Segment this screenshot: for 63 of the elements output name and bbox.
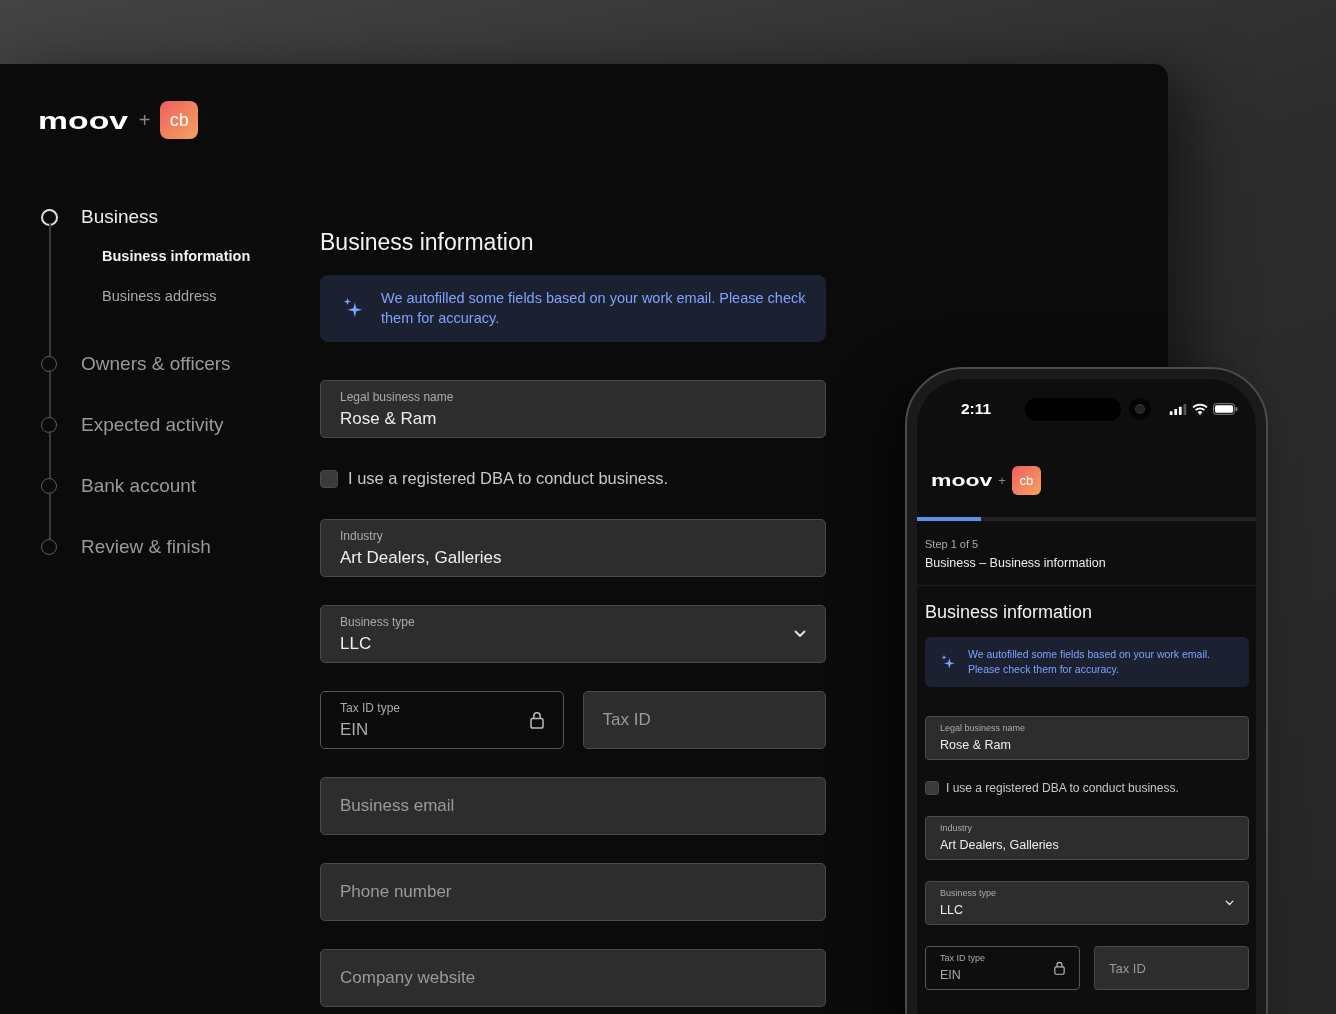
field-label: Industry [340, 528, 384, 544]
brand-logo: moov [931, 472, 993, 489]
checkbox[interactable] [925, 781, 939, 795]
sparkle-icon [342, 297, 364, 319]
input-field[interactable]: Business email [320, 777, 826, 835]
field-value: Rose & Ram [340, 407, 438, 429]
battery-icon [1213, 403, 1238, 415]
partner-logo: cb [160, 101, 199, 139]
field-value: Art Dealers, Galleries [340, 546, 502, 568]
camera-icon [1129, 398, 1151, 420]
field-label: Legal business name [940, 723, 1026, 734]
substep-link[interactable]: Business information [102, 246, 251, 266]
locked-field[interactable]: Tax ID type EIN [925, 946, 1080, 990]
step-label[interactable]: Business [81, 205, 251, 246]
field-value: LLC [940, 902, 964, 918]
notice-text: We autofilled some fields based on your work email. Please check them for accuracy. [381, 289, 806, 328]
text-field[interactable]: Legal business name Rose & Ram [925, 716, 1249, 760]
text-field[interactable]: Industry Art Dealers, Galleries [925, 816, 1249, 860]
field-label: Industry [940, 823, 973, 834]
field-label: Legal business name [340, 389, 454, 405]
field-label: Tax ID type [940, 953, 986, 964]
field-value: Rose & Ram [940, 737, 1012, 753]
step-label[interactable]: Owners & officers [81, 352, 231, 393]
form-title: Business information [925, 601, 1094, 623]
field-label: Tax ID type [340, 700, 401, 716]
field-value: LLC [340, 632, 373, 654]
dropdown-field[interactable]: Business type LLC [925, 881, 1249, 925]
input-field[interactable]: Tax ID [1094, 946, 1249, 990]
form-title: Business information [320, 228, 535, 256]
wifi-icon [1192, 403, 1208, 415]
input-field[interactable]: Tax ID [582, 691, 826, 749]
signal-icon [1169, 403, 1187, 415]
text-field[interactable]: Legal business name Rose & Ram [320, 380, 826, 438]
plus-sign: + [138, 110, 151, 130]
dropdown-field[interactable]: Business type LLC [320, 605, 826, 663]
field-value: EIN [940, 967, 962, 983]
field-label: Business type [340, 614, 415, 630]
field-value: EIN [340, 718, 370, 740]
plus-sign: + [998, 474, 1006, 487]
chevron-down-icon [794, 630, 806, 638]
sparkle-icon [940, 653, 956, 670]
step-label[interactable]: Expected activity [81, 413, 224, 454]
lock-icon [529, 711, 544, 729]
input-field[interactable]: Phone number [320, 863, 826, 921]
step-label[interactable]: Bank account [81, 474, 197, 515]
field-value: Art Dealers, Galleries [940, 837, 1059, 853]
lock-icon [1054, 961, 1065, 975]
chevron-down-icon [1225, 900, 1234, 906]
step-counter: Step 1 of 5 [925, 537, 980, 552]
checkbox-label: I use a registered DBA to conduct business. [946, 781, 1179, 795]
step-label[interactable]: Review & finish [81, 535, 211, 576]
locked-field[interactable]: Tax ID type EIN [320, 691, 564, 749]
notice-text: We autofilled some fields based on your work email. Please check them for accuracy. [968, 647, 1211, 676]
text-field[interactable]: Industry Art Dealers, Galleries [320, 519, 826, 577]
partner-logo: cb [1011, 466, 1041, 495]
brand-logo: moov [38, 108, 129, 132]
checkbox-label: I use a registered DBA to conduct business. [348, 469, 669, 488]
substep-link[interactable]: Business address [102, 286, 251, 306]
input-field[interactable]: Company website [320, 949, 826, 1007]
clock-time: 2:11 [961, 400, 993, 418]
checkbox[interactable] [320, 469, 338, 488]
step-title: Business – Business information [925, 555, 1107, 572]
field-label: Business type [940, 888, 997, 899]
